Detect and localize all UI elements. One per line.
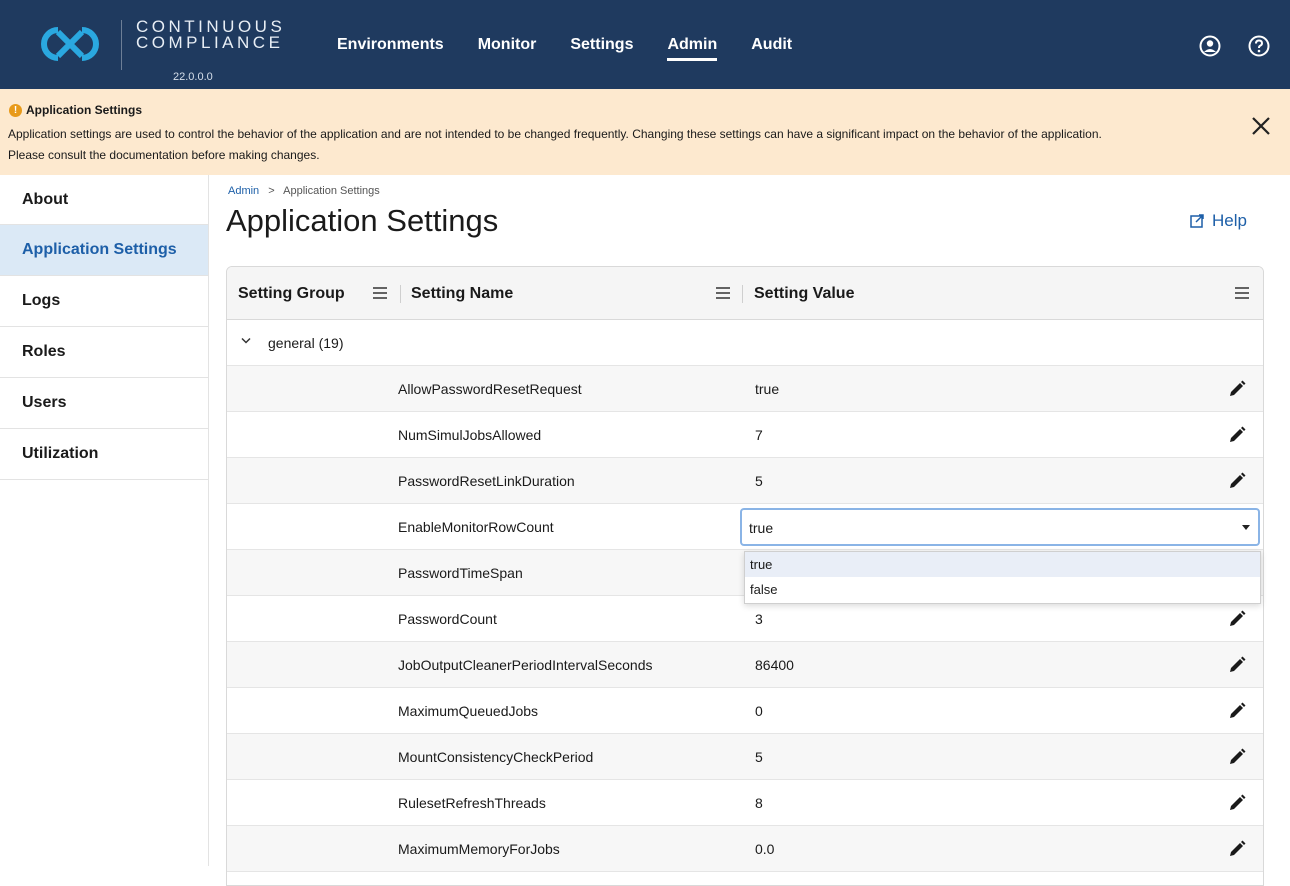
setting-name: MaximumMemoryForJobs <box>398 841 560 857</box>
setting-value: 5 <box>755 473 763 489</box>
column-header-setting-name[interactable]: Setting Name <box>411 285 513 303</box>
dropdown-option-false[interactable]: false <box>745 577 1260 602</box>
column-separator[interactable] <box>400 285 401 303</box>
setting-value: 3 <box>755 611 763 627</box>
setting-value: 0.0 <box>755 841 775 857</box>
setting-name: RulesetRefreshThreads <box>398 795 546 811</box>
sidebar-item-utilization[interactable]: Utilization <box>0 429 208 480</box>
help-circle-icon[interactable] <box>1248 35 1270 57</box>
setting-value: true <box>755 381 780 397</box>
version-label: 22.0.0.0 <box>173 71 213 83</box>
table-row[interactable]: MaximumQueuedJobs 0 <box>227 688 1263 734</box>
nav-monitor[interactable]: Monitor <box>478 36 537 54</box>
column-header-setting-group[interactable]: Setting Group <box>238 285 345 303</box>
table-row[interactable]: AllowPasswordResetRequest true <box>227 366 1263 412</box>
setting-name: MountConsistencyCheckPeriod <box>398 749 594 765</box>
banner-message: Application settings are used to control… <box>8 124 1228 166</box>
table-row[interactable]: JobOutputCleanerPeriodIntervalSeconds 86… <box>227 642 1263 688</box>
setting-value: 86400 <box>755 657 794 673</box>
nav-admin[interactable]: Admin <box>667 36 717 61</box>
sidebar-item-roles[interactable]: Roles <box>0 327 208 378</box>
setting-value: 0 <box>755 703 763 719</box>
breadcrumb: Admin > Application Settings <box>228 185 380 197</box>
column-separator[interactable] <box>742 285 743 303</box>
admin-sidebar: About Application Settings Logs Roles Us… <box>0 175 209 866</box>
sidebar-item-application-settings[interactable]: Application Settings <box>0 225 208 276</box>
pencil-icon[interactable] <box>1227 655 1247 675</box>
brand-line-2: COMPLIANCE <box>136 33 284 52</box>
setting-name: PasswordTimeSpan <box>398 565 523 581</box>
banner-title: ! Application Settings <box>9 103 142 117</box>
table-row[interactable]: PasswordResetLinkDuration 5 <box>227 458 1263 504</box>
breadcrumb-current: Application Settings <box>283 185 380 197</box>
setting-name: PasswordCount <box>398 611 497 627</box>
table-row[interactable]: MaximumMemoryForJobs 0.0 <box>227 826 1263 872</box>
banner-title-text: Application Settings <box>26 103 143 117</box>
setting-name: JobOutputCleanerPeriodIntervalSeconds <box>398 657 653 673</box>
setting-name: EnableMonitorRowCount <box>398 519 554 535</box>
table-row[interactable]: RulesetRefreshThreads 8 <box>227 780 1263 826</box>
nav-audit[interactable]: Audit <box>751 36 792 54</box>
pencil-icon[interactable] <box>1227 609 1247 629</box>
sidebar-item-logs[interactable]: Logs <box>0 276 208 327</box>
column-menu-icon[interactable] <box>716 287 730 299</box>
top-nav-bar: CONTINUOUS COMPLIANCE 22.0.0.0 Environme… <box>0 0 1290 89</box>
dropdown-option-true[interactable]: true <box>745 552 1260 577</box>
setting-name: AllowPasswordResetRequest <box>398 381 582 397</box>
warning-banner: ! Application Settings Application setti… <box>0 89 1290 175</box>
setting-value: 5 <box>755 749 763 765</box>
breadcrumb-admin-link[interactable]: Admin <box>228 185 259 197</box>
setting-name: MaximumQueuedJobs <box>398 703 539 719</box>
sidebar-item-users[interactable]: Users <box>0 378 208 429</box>
pencil-icon[interactable] <box>1227 793 1247 813</box>
group-row-general[interactable]: general (19) <box>227 320 1263 366</box>
help-label: Help <box>1212 211 1247 230</box>
pencil-icon[interactable] <box>1227 747 1247 767</box>
nav-settings[interactable]: Settings <box>570 36 633 54</box>
column-menu-icon[interactable] <box>1235 287 1249 299</box>
warning-icon: ! <box>9 103 22 117</box>
nav-environments[interactable]: Environments <box>337 36 444 54</box>
banner-line-2: Please consult the documentation before … <box>8 148 320 162</box>
grid-header: Setting Group Setting Name Setting Value <box>227 267 1263 320</box>
account-circle-icon[interactable] <box>1199 35 1221 57</box>
chevron-down-icon[interactable] <box>241 337 251 345</box>
setting-name: PasswordResetLinkDuration <box>398 473 575 489</box>
pencil-icon[interactable] <box>1227 839 1247 859</box>
breadcrumb-separator: > <box>268 185 275 197</box>
pencil-icon[interactable] <box>1227 379 1247 399</box>
grid-rows: AllowPasswordResetRequest true NumSimulJ… <box>227 366 1263 872</box>
pencil-icon[interactable] <box>1227 701 1247 721</box>
setting-value: 8 <box>755 795 763 811</box>
brand-name: CONTINUOUS COMPLIANCE <box>136 18 285 52</box>
table-row[interactable]: MountConsistencyCheckPeriod 5 <box>227 734 1263 780</box>
column-menu-icon[interactable] <box>373 287 387 299</box>
logo-divider <box>121 20 122 70</box>
delphix-logo-icon[interactable] <box>36 24 104 64</box>
close-icon[interactable] <box>1250 115 1272 137</box>
caret-down-icon[interactable] <box>1242 525 1250 530</box>
external-link-icon <box>1190 214 1204 228</box>
table-row-editing[interactable]: EnableMonitorRowCount true <box>227 504 1263 550</box>
column-header-setting-value[interactable]: Setting Value <box>754 285 854 303</box>
select-dropdown-list: true false <box>744 551 1261 604</box>
banner-line-1: Application settings are used to control… <box>8 127 1102 141</box>
page-title: Application Settings <box>226 203 499 238</box>
table-row[interactable]: NumSimulJobsAllowed 7 <box>227 412 1263 458</box>
help-link[interactable]: Help <box>1190 211 1247 231</box>
setting-name: NumSimulJobsAllowed <box>398 427 542 443</box>
setting-value: 7 <box>755 427 763 443</box>
sidebar-item-about[interactable]: About <box>0 175 208 225</box>
select-value: true <box>749 520 774 536</box>
pencil-icon[interactable] <box>1227 425 1247 445</box>
group-label: general (19) <box>268 335 344 351</box>
setting-value-select[interactable]: true <box>740 508 1260 546</box>
main-nav: Environments Monitor Settings Admin Audi… <box>337 36 826 61</box>
pencil-icon[interactable] <box>1227 471 1247 491</box>
